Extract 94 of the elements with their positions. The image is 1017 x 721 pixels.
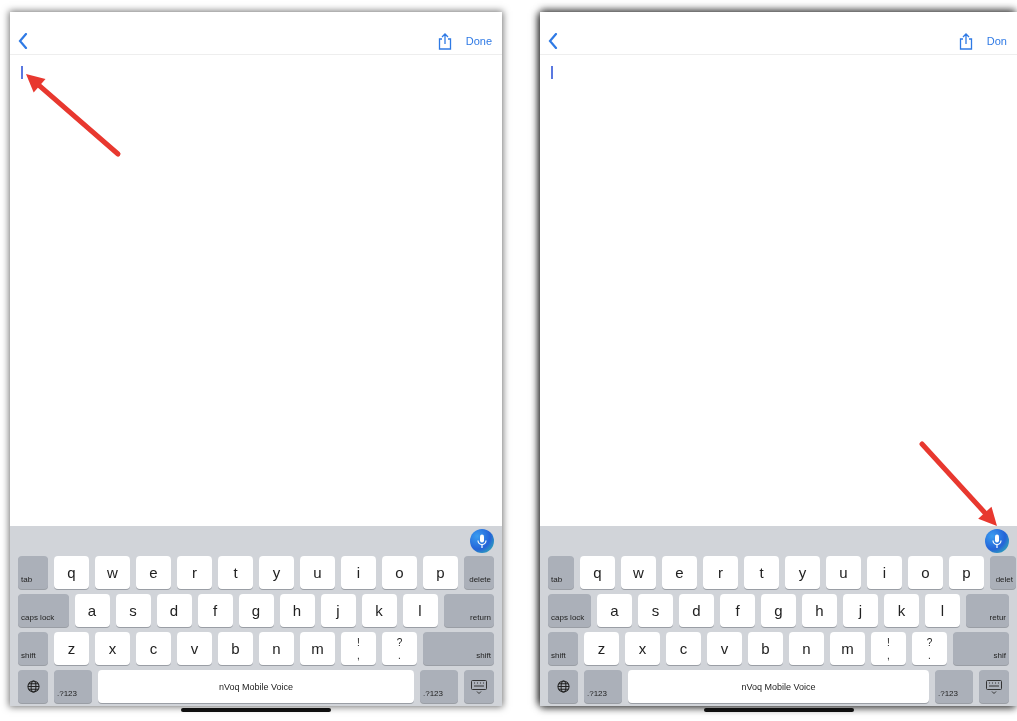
- letter-key[interactable]: o: [908, 556, 943, 589]
- letter-key[interactable]: w: [95, 556, 130, 589]
- letter-key[interactable]: t: [744, 556, 779, 589]
- chevron-left-icon: [18, 33, 28, 49]
- function-key[interactable]: shif: [953, 632, 1009, 665]
- punctuation-key[interactable]: ! ,: [341, 632, 376, 665]
- function-key[interactable]: caps lock: [18, 594, 69, 627]
- letter-key[interactable]: n: [259, 632, 294, 665]
- function-key[interactable]: return: [443, 594, 494, 627]
- back-button[interactable]: [548, 33, 558, 49]
- microphone-icon: [477, 533, 487, 549]
- letter-key[interactable]: y: [785, 556, 820, 589]
- letter-key[interactable]: e: [136, 556, 171, 589]
- hide-keyboard-key[interactable]: [464, 670, 494, 703]
- keyboard-icon: [471, 679, 487, 694]
- share-icon[interactable]: [958, 32, 973, 50]
- letter-key[interactable]: u: [826, 556, 861, 589]
- letter-key[interactable]: g: [238, 594, 274, 627]
- letter-key[interactable]: k: [361, 594, 397, 627]
- letter-key[interactable]: z: [584, 632, 619, 665]
- space-bar[interactable]: nVoq Mobile Voice: [628, 670, 929, 703]
- globe-key[interactable]: [18, 670, 48, 703]
- letter-key[interactable]: m: [300, 632, 335, 665]
- done-button[interactable]: Don: [986, 35, 1007, 47]
- punctuation-key[interactable]: ? .: [912, 632, 947, 665]
- letter-key[interactable]: r: [703, 556, 738, 589]
- letter-key[interactable]: i: [341, 556, 376, 589]
- letter-key[interactable]: o: [382, 556, 417, 589]
- letter-key[interactable]: w: [621, 556, 656, 589]
- microphone-button[interactable]: [985, 529, 1009, 553]
- function-key[interactable]: shift: [18, 632, 48, 665]
- letter-key[interactable]: l: [925, 594, 960, 627]
- letter-key[interactable]: n: [789, 632, 824, 665]
- letter-key[interactable]: h: [279, 594, 315, 627]
- letter-key[interactable]: e: [662, 556, 697, 589]
- letter-key[interactable]: j: [320, 594, 356, 627]
- letter-key[interactable]: u: [300, 556, 335, 589]
- hide-keyboard-key[interactable]: [979, 670, 1009, 703]
- letter-key[interactable]: p: [423, 556, 458, 589]
- letter-key[interactable]: g: [761, 594, 796, 627]
- function-key[interactable]: tab: [548, 556, 574, 589]
- letter-key[interactable]: s: [638, 594, 673, 627]
- share-icon[interactable]: [437, 32, 452, 50]
- keyboard-icon: [986, 679, 1002, 694]
- function-key[interactable]: .?123: [54, 670, 92, 703]
- space-bar[interactable]: nVoq Mobile Voice: [98, 670, 414, 703]
- function-key[interactable]: tab: [18, 556, 48, 589]
- function-key[interactable]: .?123: [584, 670, 622, 703]
- letter-key[interactable]: m: [830, 632, 865, 665]
- function-key[interactable]: shift: [423, 632, 494, 665]
- letter-key[interactable]: q: [54, 556, 89, 589]
- globe-icon: [26, 680, 40, 693]
- letter-key[interactable]: t: [218, 556, 253, 589]
- microphone-icon: [992, 533, 1002, 549]
- letter-key[interactable]: f: [197, 594, 233, 627]
- letter-key[interactable]: f: [720, 594, 755, 627]
- letter-key[interactable]: s: [115, 594, 151, 627]
- letter-key[interactable]: d: [156, 594, 192, 627]
- letter-key[interactable]: i: [867, 556, 902, 589]
- letter-key[interactable]: k: [884, 594, 919, 627]
- function-key[interactable]: shift: [548, 632, 578, 665]
- chevron-left-icon: [548, 33, 558, 49]
- letter-key[interactable]: c: [666, 632, 701, 665]
- letter-key[interactable]: l: [402, 594, 438, 627]
- letter-key[interactable]: q: [580, 556, 615, 589]
- letter-key[interactable]: a: [597, 594, 632, 627]
- letter-key[interactable]: a: [74, 594, 110, 627]
- function-key[interactable]: caps lock: [548, 594, 591, 627]
- letter-key[interactable]: h: [802, 594, 837, 627]
- function-key[interactable]: delete: [464, 556, 494, 589]
- letter-key[interactable]: c: [136, 632, 171, 665]
- function-key[interactable]: delet: [990, 556, 1016, 589]
- letter-key[interactable]: b: [748, 632, 783, 665]
- function-key[interactable]: retur: [966, 594, 1009, 627]
- globe-icon: [556, 680, 570, 693]
- back-button[interactable]: [18, 33, 28, 49]
- microphone-button[interactable]: [470, 529, 494, 553]
- punctuation-key[interactable]: ! ,: [871, 632, 906, 665]
- function-key[interactable]: .?123: [935, 670, 973, 703]
- letter-key[interactable]: r: [177, 556, 212, 589]
- letter-key[interactable]: p: [949, 556, 984, 589]
- function-key[interactable]: .?123: [420, 670, 458, 703]
- letter-key[interactable]: v: [707, 632, 742, 665]
- done-button[interactable]: Done: [465, 35, 492, 47]
- letter-key[interactable]: v: [177, 632, 212, 665]
- globe-key[interactable]: [548, 670, 578, 703]
- letter-key[interactable]: x: [95, 632, 130, 665]
- punctuation-key[interactable]: ? .: [382, 632, 417, 665]
- letter-key[interactable]: x: [625, 632, 660, 665]
- letter-key[interactable]: y: [259, 556, 294, 589]
- letter-key[interactable]: j: [843, 594, 878, 627]
- letter-key[interactable]: z: [54, 632, 89, 665]
- letter-key[interactable]: b: [218, 632, 253, 665]
- letter-key[interactable]: d: [679, 594, 714, 627]
